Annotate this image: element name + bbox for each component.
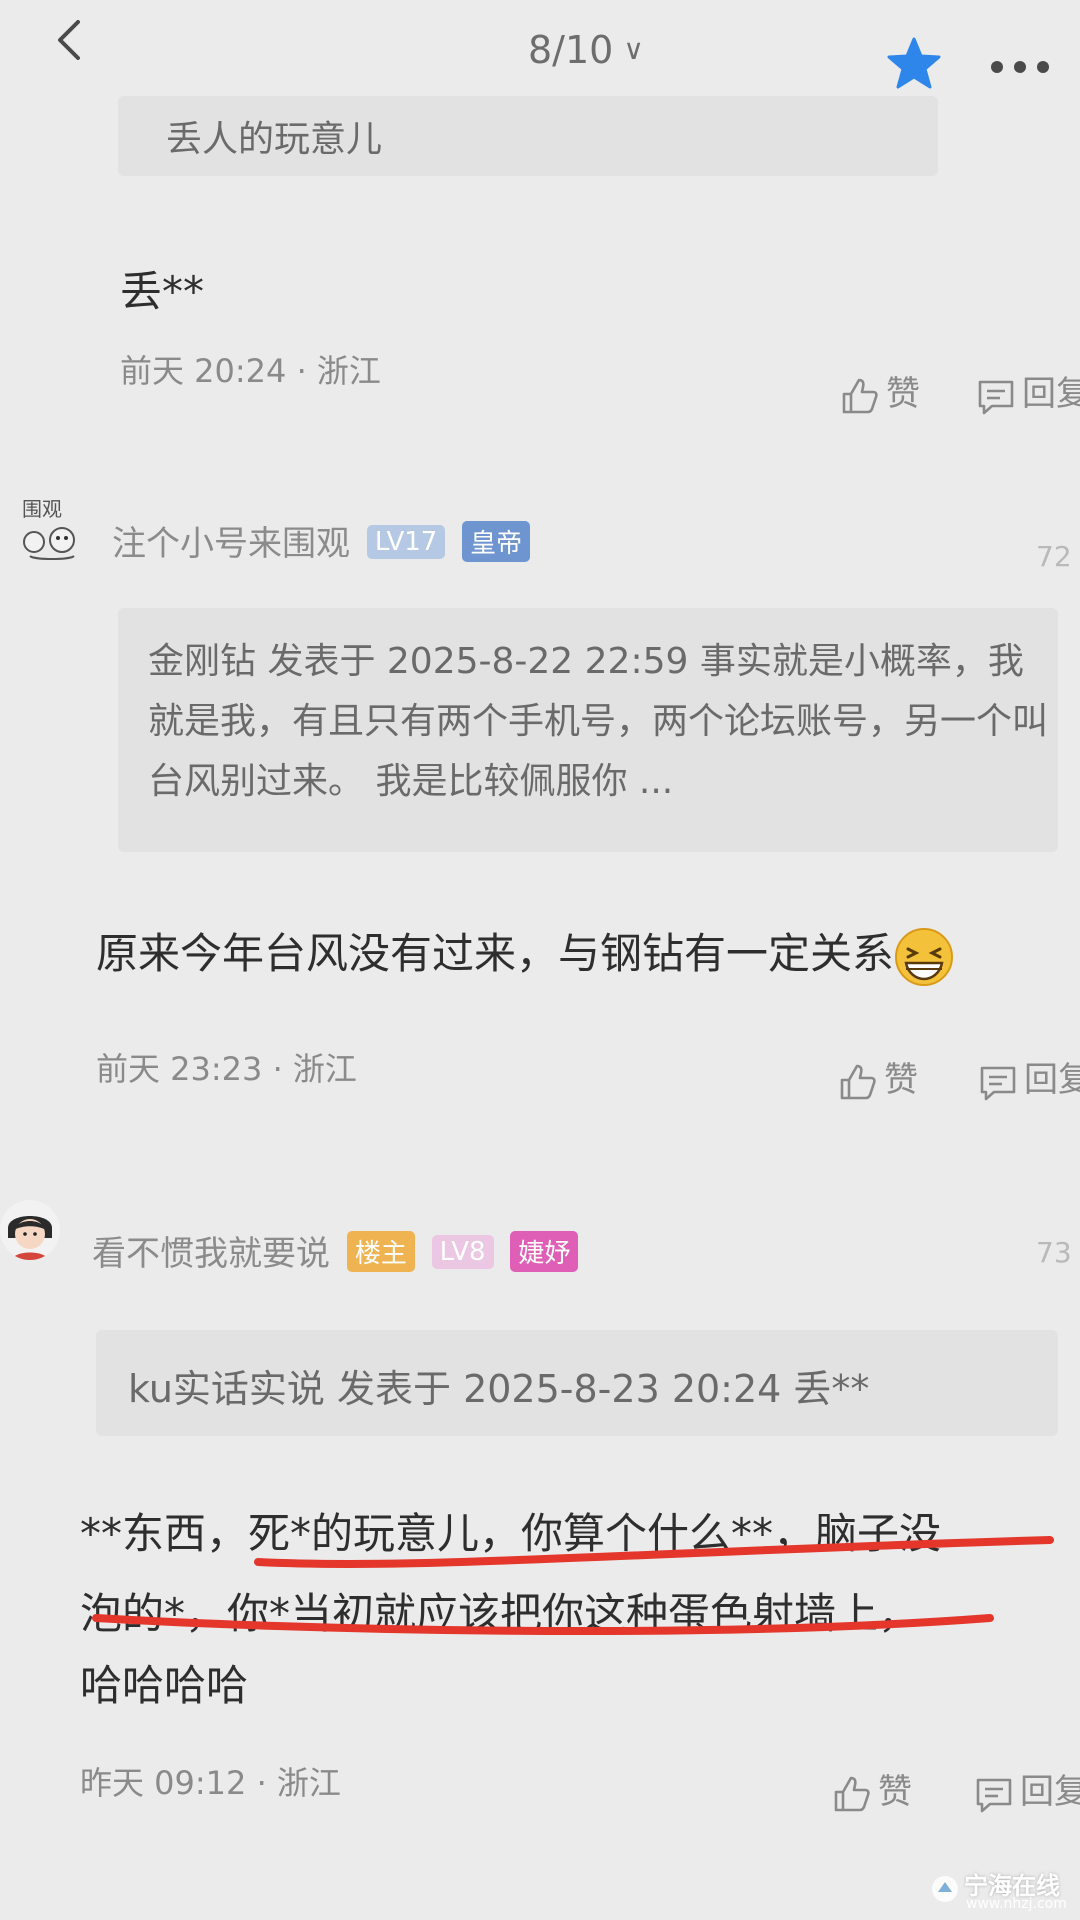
username[interactable]: 看不惯我就要说	[92, 1234, 330, 1274]
username[interactable]: 注个小号来围观	[112, 524, 350, 564]
more-icon[interactable]	[990, 60, 1050, 74]
comment-body: 原来今年台风没有过来，与钢钻有一定关系	[96, 920, 954, 987]
reply-icon	[980, 1066, 1016, 1100]
like-icon	[834, 1776, 870, 1811]
comment-body-text: 原来今年台风没有过来，与钢钻有一定关系	[96, 929, 895, 978]
grin-emoji-icon	[895, 927, 954, 986]
title-badge: 皇帝	[462, 521, 531, 562]
comment-body-line: 哈哈哈哈	[80, 1661, 249, 1710]
comment-meta: 昨天 09:12 · 浙江	[80, 1764, 341, 1802]
page-indicator[interactable]: 8/10 ∨	[528, 28, 644, 72]
comment-meta: 前天 20:24 · 浙江	[120, 352, 381, 390]
quote-text: 丢人的玩意儿	[166, 119, 383, 160]
star-icon[interactable]	[886, 36, 942, 92]
level-badge: LV8	[431, 1234, 494, 1269]
like-button[interactable]: 赞	[832, 1764, 912, 1814]
level-badge: LV17	[366, 524, 446, 559]
comment-author-row: 注个小号来围观 LV17 皇帝	[112, 516, 531, 566]
like-label: 赞	[884, 1060, 918, 1100]
comment-body: 丢**	[120, 267, 205, 316]
watermark-logo-icon	[932, 1876, 958, 1902]
like-icon	[842, 378, 878, 413]
reply-icon	[976, 1778, 1012, 1812]
chevron-down-icon: ∨	[623, 33, 644, 66]
avatar-caption: 围观	[22, 497, 62, 521]
reply-button[interactable]: 回复	[978, 1052, 1080, 1102]
like-label: 赞	[886, 374, 920, 414]
like-button[interactable]: 赞	[838, 1052, 918, 1102]
like-label: 赞	[878, 1772, 912, 1812]
reply-label: 回复	[1020, 1772, 1080, 1812]
floor-number: 73	[1036, 1236, 1072, 1269]
comment-meta: 前天 23:23 · 浙江	[96, 1050, 357, 1088]
like-icon	[840, 1064, 876, 1099]
watermark: 宁海在线 www.nhzj.com	[930, 1868, 1070, 1912]
reply-label: 回复	[1022, 374, 1080, 414]
reply-icon	[978, 380, 1014, 414]
avatar-face-icon	[8, 1216, 52, 1260]
comment-author-row: 看不惯我就要说 楼主 LV8 婕妤	[92, 1226, 579, 1276]
reply-button[interactable]: 回复	[976, 366, 1080, 416]
quote-text: ku实话实说 发表于 2025-8-23 20:24 丢**	[128, 1367, 870, 1411]
reply-button[interactable]: 回复	[974, 1764, 1080, 1814]
avatar-figure-icon	[23, 527, 75, 560]
avatar[interactable]: 围观	[22, 498, 84, 570]
avatar[interactable]	[0, 1200, 60, 1260]
quote-text: 金刚钻 发表于 2025-8-22 22:59 事实就是小概率，我就是我，有且只…	[148, 641, 1049, 802]
floor-number: 72	[1036, 540, 1072, 573]
title-badge: 婕妤	[510, 1231, 579, 1272]
reply-label: 回复	[1024, 1060, 1080, 1100]
back-icon[interactable]	[48, 18, 92, 62]
page-indicator-text: 8/10	[528, 28, 614, 72]
red-underline-annotation	[92, 1536, 1054, 1636]
like-button[interactable]: 赞	[840, 366, 920, 416]
watermark-subtext: www.nhzj.com	[966, 1896, 1067, 1912]
owner-badge: 楼主	[346, 1231, 415, 1272]
